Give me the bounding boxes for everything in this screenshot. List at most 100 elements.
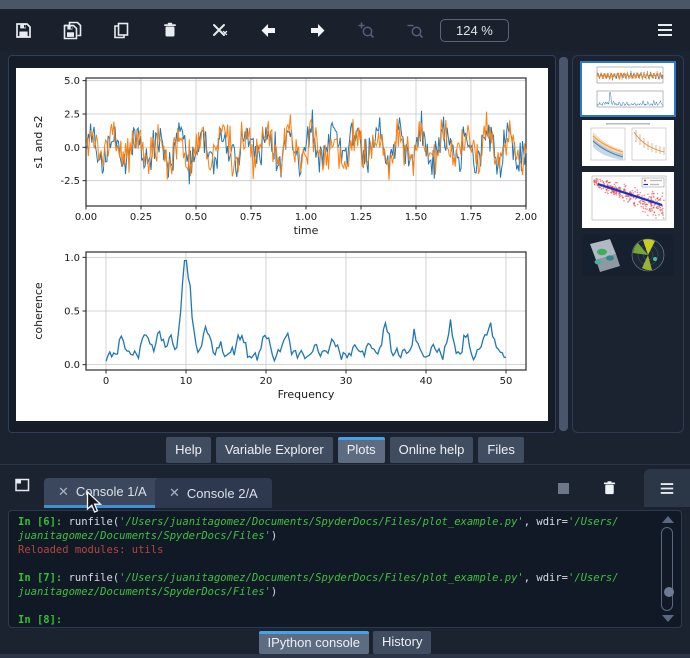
interrupt-kernel-icon[interactable]	[558, 482, 569, 494]
svg-text:30: 30	[340, 376, 353, 387]
svg-text:1.75: 1.75	[460, 212, 482, 223]
svg-text:1.50: 1.50	[405, 212, 427, 223]
console-scrollbar[interactable]	[659, 514, 677, 624]
svg-text:20: 20	[260, 376, 273, 387]
svg-text:0.0: 0.0	[64, 360, 80, 371]
svg-text:0.5: 0.5	[64, 307, 80, 318]
svg-text:0.0: 0.0	[64, 143, 80, 154]
tab-plots[interactable]: Plots	[337, 437, 385, 463]
svg-text:0.50: 0.50	[185, 212, 207, 223]
plots-toolbar: 124 %	[0, 9, 690, 51]
close-all-icon	[212, 23, 227, 36]
svg-text:10: 10	[180, 376, 193, 387]
plot-main-view: 0.00 0.25 0.50 0.75 1.00 1.25 1.50 1.75 2.00 5.0 2…	[8, 55, 556, 433]
previous-plot-button[interactable]	[257, 18, 279, 42]
svg-text:-2.5: -2.5	[60, 176, 80, 187]
console-tab-2-label: Console 2/A	[186, 485, 258, 501]
remove-all-plots-button[interactable]	[208, 18, 230, 42]
hamburger-menu-icon	[658, 24, 672, 36]
thumbnail-scatter-model-preview	[582, 172, 674, 228]
pane-tab-bar: Help Variable Explorer Plots Online help…	[0, 437, 690, 463]
svg-text:coherence: coherence	[32, 282, 45, 340]
svg-text:1.00: 1.00	[295, 212, 317, 223]
zoom-out-button[interactable]	[404, 18, 426, 42]
svg-text:1.25: 1.25	[350, 212, 372, 223]
window-titlebar-strip	[0, 0, 690, 9]
pane-splitter[interactable]	[0, 464, 690, 465]
thumbnail-signals-coherence-preview	[582, 63, 674, 115]
svg-text:s1 and s2: s1 and s2	[32, 115, 45, 168]
console-scrollbar-thumb[interactable]	[664, 587, 674, 598]
copy-plot-button[interactable]	[110, 18, 132, 42]
spyder-window: 124 % 0.00 0.25 0.50 0.75 1.00 1.25 1.50 1.75 2.…	[0, 0, 690, 658]
plots-options-menu-button[interactable]	[654, 18, 676, 42]
console-controls	[558, 468, 690, 508]
console-options-menu-button[interactable]	[656, 476, 678, 500]
close-console-2-icon[interactable]: ✕	[169, 485, 180, 501]
signals-coherence-figure: 0.00 0.25 0.50 0.75 1.00 1.25 1.50 1.75 2.005.02…	[16, 68, 548, 421]
tab-ipython-console[interactable]: IPython console	[258, 631, 370, 654]
back-arrow-icon	[261, 23, 275, 37]
console-output[interactable]: In [6]: runfile('/Users/juanitagomez/Doc…	[18, 515, 655, 625]
svg-text:40: 40	[420, 376, 433, 387]
trash-icon	[164, 22, 176, 37]
browse-tabs-icon	[15, 478, 30, 492]
console-tab-2[interactable]: ✕ Console 2/A	[155, 478, 272, 508]
plots-vertical-scrollbar[interactable]	[559, 57, 568, 431]
hamburger-menu-icon	[660, 482, 674, 494]
svg-text:2.5: 2.5	[64, 110, 80, 121]
console-tab-1-label: Console 1/A	[75, 484, 147, 499]
svg-text:time: time	[294, 224, 319, 237]
svg-text:0.25: 0.25	[130, 212, 152, 223]
console-bottom-tab-bar: IPython console History	[0, 631, 690, 654]
svg-text:Frequency: Frequency	[278, 388, 335, 401]
svg-text:50: 50	[500, 376, 513, 387]
console-line: In [8]:	[18, 614, 69, 625]
zoom-in-button[interactable]	[355, 18, 377, 42]
ipython-console-body[interactable]: In [6]: runfile('/Users/juanitagomez/Doc…	[8, 510, 682, 628]
scroll-up-arrow-icon[interactable]	[662, 516, 674, 523]
console-line: juanitagomez/Documents/SpyderDocs/Files'…	[18, 530, 278, 542]
tab-online-help[interactable]: Online help	[389, 437, 474, 463]
plot-thumbnails-panel	[572, 55, 684, 433]
close-console-1-icon[interactable]: ✕	[58, 484, 69, 500]
plots-scrollbar-thumb[interactable]	[559, 57, 568, 431]
tab-variable-explorer[interactable]: Variable Explorer	[215, 437, 333, 463]
svg-text:1.0: 1.0	[64, 253, 80, 264]
thumbnail-signals-coherence[interactable]	[580, 61, 676, 117]
zoom-out-icon	[407, 24, 424, 39]
window-bottom-strip	[0, 654, 690, 658]
svg-text:2.00: 2.00	[515, 212, 537, 223]
thumbnail-decay-curves-preview	[582, 120, 674, 166]
zoom-level-value: 124 %	[456, 22, 493, 38]
tab-files[interactable]: Files	[478, 437, 524, 463]
svg-text:5.0: 5.0	[64, 76, 80, 87]
svg-text:0.75: 0.75	[240, 212, 262, 223]
console-tab-1[interactable]: ✕ Console 1/A	[44, 478, 161, 508]
remove-all-variables-button[interactable]	[601, 479, 618, 497]
thumbnail-scatter-model[interactable]	[582, 172, 674, 228]
current-figure[interactable]: 0.00 0.25 0.50 0.75 1.00 1.25 1.50 1.75 2.00 5.0 2…	[16, 68, 548, 421]
tab-history[interactable]: History	[373, 631, 432, 654]
trash-icon	[603, 481, 616, 495]
forward-arrow-icon	[310, 23, 324, 37]
console-line: Reloaded modules: utils	[18, 544, 164, 556]
copy-icon	[113, 22, 128, 38]
svg-text:0.00: 0.00	[75, 212, 97, 223]
remove-plot-button[interactable]	[159, 18, 181, 42]
thumbnail-decay-curves[interactable]	[582, 120, 674, 166]
thumbnail-3d-polar[interactable]	[582, 234, 674, 276]
browse-console-tabs-button[interactable]	[12, 475, 33, 495]
save-icon	[15, 22, 31, 38]
save-plot-button[interactable]	[12, 18, 34, 42]
console-line: In [7]: runfile('/Users/juanitagomez/Doc…	[18, 572, 619, 584]
tab-help[interactable]: Help	[166, 437, 211, 463]
save-all-plots-button[interactable]	[61, 18, 83, 42]
scroll-down-arrow-icon[interactable]	[662, 615, 674, 622]
svg-text:0: 0	[103, 376, 109, 387]
next-plot-button[interactable]	[306, 18, 328, 42]
console-line: In [6]: runfile('/Users/juanitagomez/Doc…	[18, 516, 619, 528]
console-scrollbar-track[interactable]	[661, 527, 674, 611]
